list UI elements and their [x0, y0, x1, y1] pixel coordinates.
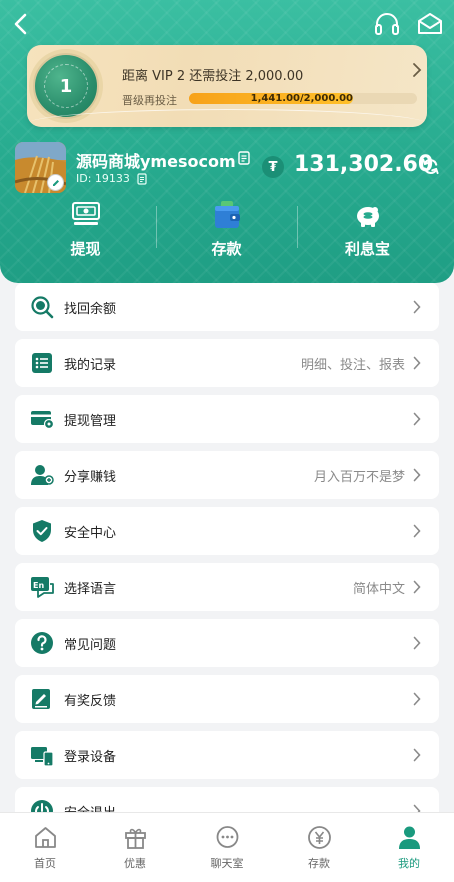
headset-icon — [375, 13, 399, 35]
question-icon — [31, 632, 53, 654]
chevron-right-icon — [413, 63, 422, 77]
gift-icon — [125, 828, 146, 849]
list-icon — [32, 353, 52, 373]
tab-label: 存款 — [308, 857, 330, 870]
back-button[interactable] — [10, 10, 34, 38]
chevron-right-icon — [413, 300, 421, 314]
search-coin-icon — [31, 296, 54, 319]
menu-label: 安全中心 — [64, 526, 117, 541]
refresh-icon[interactable] — [421, 157, 440, 176]
wallet-icon — [215, 201, 240, 228]
chevron-right-icon — [413, 412, 421, 426]
user-icon — [399, 826, 420, 849]
menu-login-devices[interactable]: 登录设备 — [15, 731, 439, 779]
menu-recover-balance[interactable]: 找回余额 — [15, 283, 439, 331]
bottom-tab-bar: 首页 优惠 聊天室 存款 我的 — [0, 812, 454, 882]
chevron-left-icon — [14, 13, 27, 35]
menu-label: 有奖反馈 — [64, 694, 117, 709]
menu-label: 登录设备 — [64, 750, 117, 765]
share-user-icon — [31, 465, 54, 485]
tab-mine[interactable]: 我的 — [364, 813, 454, 882]
tab-chat-room[interactable]: 聊天室 — [182, 813, 272, 882]
vip-progress-value: 1,441.00/2,000.00 — [250, 93, 353, 104]
tab-label: 优惠 — [124, 857, 146, 870]
usdt-currency-icon: ₮ — [262, 156, 284, 178]
menu-my-records[interactable]: 我的记录 明细、投注、报表 — [15, 339, 439, 387]
menu-withdraw-management[interactable]: 提现管理 — [15, 395, 439, 443]
vip-level-badge: 1 — [33, 53, 99, 119]
chevron-right-icon — [413, 692, 421, 706]
vip-next-level-text: 距离 VIP 2 还需投注 2,000.00 — [122, 69, 304, 84]
avatar[interactable] — [15, 142, 66, 193]
copy-icon[interactable] — [238, 151, 250, 165]
tab-home[interactable]: 首页 — [0, 813, 90, 882]
chevron-right-icon — [413, 636, 421, 650]
tab-label: 首页 — [34, 857, 56, 870]
customer-service-button[interactable] — [374, 11, 400, 37]
profile-header: 1 距离 VIP 2 还需投注 2,000.00 晋级再投注 1,441.00/… — [0, 0, 454, 283]
chevron-right-icon — [413, 356, 421, 370]
menu-label: 我的记录 — [64, 358, 117, 373]
menu-label: 提现管理 — [64, 414, 117, 429]
menu-share-earn[interactable]: 分享赚钱 月入百万不是梦 — [15, 451, 439, 499]
withdraw-button[interactable]: 提现 — [15, 198, 156, 264]
deposit-label: 存款 — [211, 240, 242, 258]
vip-progress-label: 晋级再投注 — [122, 94, 177, 107]
language-icon: En — [31, 577, 54, 598]
home-icon — [35, 827, 56, 848]
chevron-right-icon — [413, 468, 421, 482]
withdraw-icon — [72, 202, 100, 225]
edit-avatar-button[interactable] — [47, 174, 64, 191]
messages-button[interactable] — [416, 11, 444, 37]
yen-icon — [308, 826, 331, 849]
vip-level-number: 1 — [44, 64, 88, 108]
card-decoration — [27, 109, 427, 127]
interest-treasure-button[interactable]: 利息宝 — [297, 198, 438, 264]
account-balance: 131,302.60 — [294, 152, 434, 177]
copy-id-icon[interactable] — [137, 173, 147, 185]
vip-progress-bar: 1,441.00/2,000.00 — [189, 93, 417, 104]
deposit-button[interactable]: 存款 — [156, 198, 297, 264]
menu-label: 选择语言 — [64, 582, 117, 597]
menu-feedback[interactable]: 有奖反馈 — [15, 675, 439, 723]
menu-value: 月入百万不是梦 — [313, 470, 405, 485]
chat-icon — [216, 826, 239, 848]
menu-label: 分享赚钱 — [64, 470, 117, 485]
menu-value: 简体中文 — [352, 582, 405, 597]
menu-label: 常见问题 — [64, 638, 117, 653]
piggy-bank-icon — [357, 207, 379, 227]
menu-label: 找回余额 — [64, 302, 117, 317]
menu-value: 明细、投注、报表 — [300, 358, 405, 373]
quick-actions: 提现 存款 利息宝 — [15, 198, 439, 264]
svg-text:En: En — [33, 581, 44, 590]
menu-language[interactable]: En 选择语言 简体中文 — [15, 563, 439, 611]
vip-progress-card[interactable]: 1 距离 VIP 2 还需投注 2,000.00 晋级再投注 1,441.00/… — [27, 45, 427, 127]
chevron-right-icon — [413, 580, 421, 594]
chevron-right-icon — [413, 524, 421, 538]
top-bar — [0, 0, 454, 48]
interest-treasure-label: 利息宝 — [344, 240, 390, 258]
devices-icon — [31, 747, 54, 767]
pencil-icon — [52, 179, 59, 186]
menu-security-center[interactable]: 安全中心 — [15, 507, 439, 555]
user-id: ID: 19133 — [76, 172, 130, 185]
chevron-right-icon — [413, 748, 421, 762]
tab-label: 我的 — [398, 857, 420, 870]
username: 源码商城ymesocom — [76, 152, 236, 171]
feedback-icon — [32, 689, 50, 709]
envelope-icon — [418, 13, 442, 34]
withdraw-label: 提现 — [70, 240, 101, 258]
tab-label: 聊天室 — [210, 857, 244, 870]
menu-faq[interactable]: 常见问题 — [15, 619, 439, 667]
card-settings-icon — [31, 411, 54, 430]
tab-promotions[interactable]: 优惠 — [90, 813, 180, 882]
tab-deposit[interactable]: 存款 — [274, 813, 364, 882]
shield-check-icon — [33, 520, 51, 542]
